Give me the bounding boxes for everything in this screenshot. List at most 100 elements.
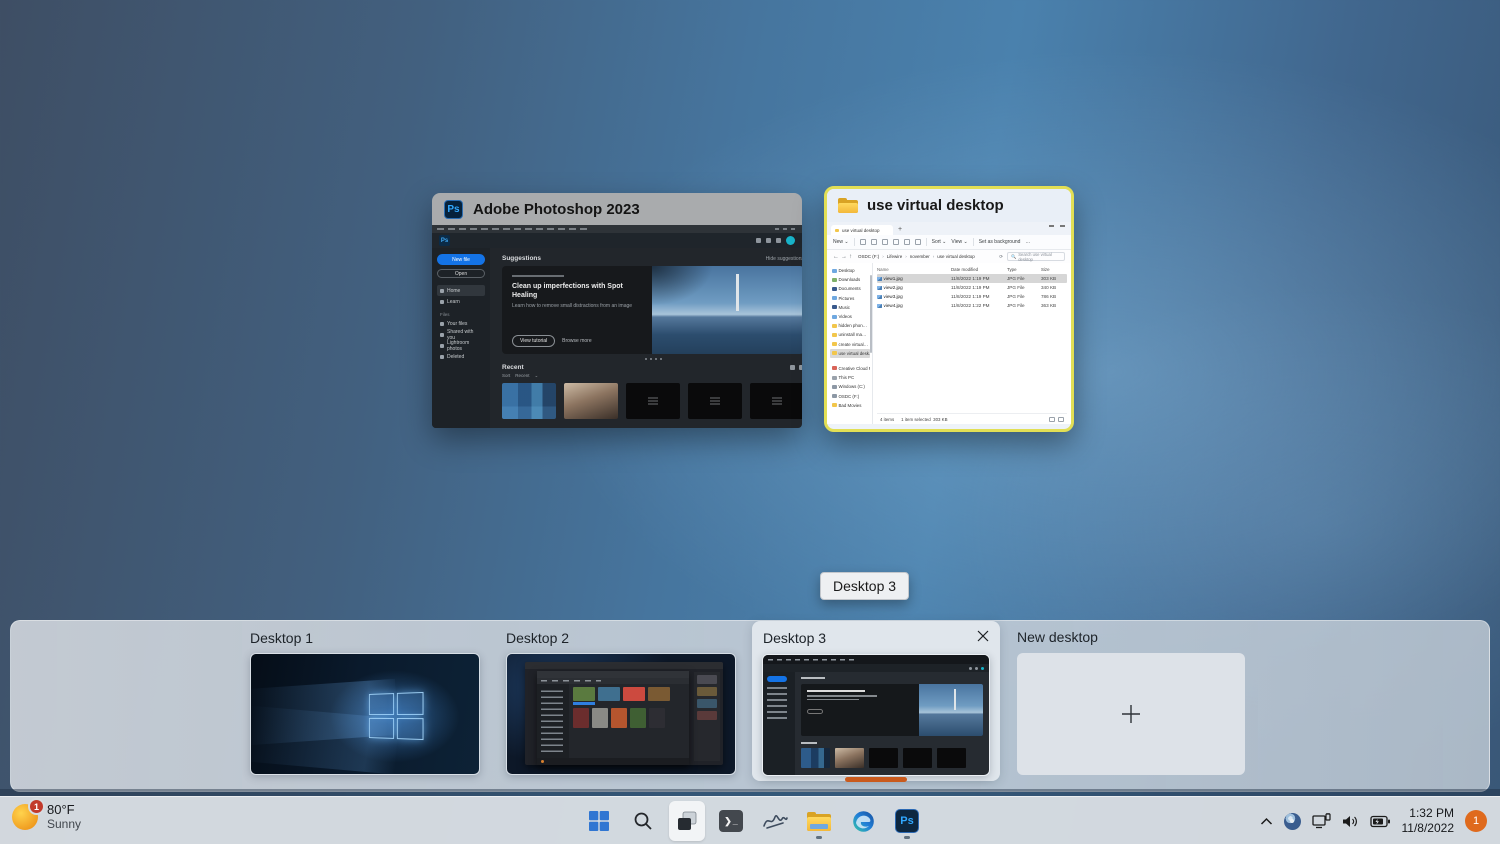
sidebar-item-deleted[interactable]: Deleted bbox=[437, 351, 485, 362]
search-button[interactable] bbox=[625, 801, 661, 841]
window-photoshop[interactable]: Ps Adobe Photoshop 2023 Ps New file Open… bbox=[432, 193, 802, 428]
rename-icon[interactable] bbox=[893, 239, 899, 245]
set-as-background-button[interactable]: Set as background bbox=[979, 239, 1021, 245]
desktop-3-label[interactable]: Desktop 3 bbox=[763, 630, 826, 646]
sidebar-item-documents[interactable]: Documents bbox=[830, 284, 870, 293]
photoshop-taskbar-icon: Ps bbox=[895, 809, 919, 833]
sidebar-item-downloads[interactable]: Downloads bbox=[830, 275, 870, 284]
new-desktop-label[interactable]: New desktop bbox=[1017, 629, 1098, 645]
sidebar-item-learn[interactable]: Learn bbox=[437, 296, 485, 307]
view-tutorial-button[interactable]: View tutorial bbox=[512, 335, 555, 347]
sidebar-item-bad-movies[interactable]: Bad Movies bbox=[830, 401, 870, 410]
cut-icon[interactable] bbox=[860, 239, 866, 245]
column-headers[interactable]: Name Date modified Type Size bbox=[877, 265, 1067, 274]
sidebar-item-your-files[interactable]: Your files bbox=[437, 318, 485, 329]
photoshop-window-header[interactable]: Ps Adobe Photoshop 2023 bbox=[432, 193, 802, 225]
file-row[interactable]: view4.jpg 11/8/2022 1:22 PM JPG File 363… bbox=[877, 301, 1067, 310]
hide-suggestions-link[interactable]: Hide suggestions bbox=[766, 256, 802, 262]
desktop-2-label[interactable]: Desktop 2 bbox=[506, 630, 569, 646]
sidebar-scrollbar[interactable] bbox=[870, 275, 872, 353]
explorer-window-title: use virtual desktop bbox=[867, 197, 1004, 214]
battery-icon[interactable] bbox=[1370, 815, 1391, 828]
file-explorer-button[interactable] bbox=[801, 801, 837, 841]
new-button[interactable]: New ⌄ bbox=[833, 239, 849, 245]
details-view-icon[interactable] bbox=[1049, 417, 1055, 422]
desktop-1-thumbnail[interactable] bbox=[250, 653, 480, 775]
photoshop-window-snapshot[interactable]: Ps New file Open Home Learn Files Your f… bbox=[432, 225, 802, 428]
desktop-2-thumbnail[interactable] bbox=[506, 653, 736, 775]
sidebar-item-creative-cloud[interactable]: Creative Cloud F… bbox=[830, 364, 870, 373]
more-options-button[interactable]: … bbox=[1025, 239, 1030, 245]
sidebar-item-current-folder[interactable]: use virtual desk… bbox=[830, 349, 870, 358]
sidebar-item-music[interactable]: Music bbox=[830, 303, 870, 312]
photoshop-appbar: Ps bbox=[432, 233, 802, 248]
suggestion-card[interactable]: Clean up imperfections with Spot Healing… bbox=[502, 266, 802, 354]
new-file-button[interactable]: New file bbox=[437, 254, 485, 265]
start-button[interactable] bbox=[581, 801, 617, 841]
browse-more-link[interactable]: Browse more bbox=[562, 338, 591, 344]
paste-icon[interactable] bbox=[882, 239, 888, 245]
notification-badge[interactable]: 1 bbox=[1465, 810, 1487, 832]
photoshop-button[interactable]: Ps bbox=[889, 801, 925, 841]
sidebar-item-folder[interactable]: hidden phon… bbox=[830, 321, 870, 330]
recent-file-thumbnail[interactable] bbox=[564, 383, 618, 419]
sidebar-item-lightroom[interactable]: Lightroom photos bbox=[437, 340, 485, 351]
sidebar-item-folder[interactable]: uninstall ma… bbox=[830, 330, 870, 339]
sidebar-item-desktop[interactable]: Desktop bbox=[830, 266, 870, 275]
refresh-icon[interactable]: ⟳ bbox=[999, 254, 1003, 260]
new-tab-button[interactable]: + bbox=[898, 225, 902, 235]
virtual-desktops-panel bbox=[10, 620, 1490, 792]
sort-dropdown[interactable]: Recent bbox=[515, 373, 529, 379]
hidden-icons-chevron-icon[interactable] bbox=[1260, 817, 1273, 826]
sidebar-item-folder[interactable]: create virtual… bbox=[830, 340, 870, 349]
task-view-button[interactable] bbox=[669, 801, 705, 841]
file-row[interactable]: view2.jpg 11/8/2022 1:19 PM JPG File 340… bbox=[877, 283, 1067, 292]
sort-button[interactable]: Sort ⌄ bbox=[932, 239, 947, 245]
network-icon[interactable] bbox=[1312, 813, 1331, 829]
explorer-search-box[interactable]: 🔍Search use virtual desktop bbox=[1007, 252, 1065, 261]
sidebar-item-home[interactable]: Home bbox=[437, 285, 485, 296]
recent-file-thumbnail[interactable] bbox=[750, 383, 802, 419]
explorer-tab[interactable]: use virtual desktop bbox=[831, 225, 893, 235]
sidebar-item-shared[interactable]: Shared with you bbox=[437, 329, 485, 340]
explorer-sidebar: Desktop Downloads Documents Pictures Mus… bbox=[827, 263, 873, 424]
recent-file-thumbnail[interactable] bbox=[688, 383, 742, 419]
desktop-1-label[interactable]: Desktop 1 bbox=[250, 630, 313, 646]
sidebar-item-osdc-f[interactable]: OSDC (F:) bbox=[830, 391, 870, 400]
sidebar-item-pictures[interactable]: Pictures bbox=[830, 294, 870, 303]
list-view-icon[interactable] bbox=[790, 365, 795, 370]
sidebar-item-videos[interactable]: Videos bbox=[830, 312, 870, 321]
clock[interactable]: 1:32 PM 11/8/2022 bbox=[1402, 806, 1455, 836]
sketch-app-button[interactable] bbox=[757, 801, 793, 841]
recent-file-thumbnail[interactable] bbox=[626, 383, 680, 419]
share-icon[interactable] bbox=[904, 239, 910, 245]
sidebar-item-windows-c[interactable]: Windows (C:) bbox=[830, 382, 870, 391]
new-desktop-button[interactable] bbox=[1017, 653, 1245, 775]
recent-file-thumbnail[interactable] bbox=[502, 383, 556, 419]
grid-view-icon[interactable] bbox=[799, 365, 802, 370]
open-button[interactable]: Open bbox=[437, 269, 485, 278]
desktop-3-thumbnail[interactable] bbox=[762, 654, 990, 776]
terminal-button[interactable]: ❯_ bbox=[713, 801, 749, 841]
large-icons-view-icon[interactable] bbox=[1058, 417, 1064, 422]
sidebar-item-this-pc[interactable]: This PC bbox=[830, 373, 870, 382]
apps-grid-icon bbox=[776, 238, 781, 243]
copy-icon[interactable] bbox=[871, 239, 877, 245]
file-row[interactable]: view3.jpg 11/8/2022 1:19 PM JPG File 786… bbox=[877, 292, 1067, 301]
weather-widget[interactable]: 1 80°F Sunny bbox=[12, 802, 81, 832]
window-caption-buttons[interactable] bbox=[1049, 225, 1065, 227]
breadcrumb[interactable]: OSDC (F:)› Lifewire› november› use virtu… bbox=[858, 254, 995, 259]
file-row-selected[interactable]: view1.jpg 11/8/2022 1:19 PM JPG File 303… bbox=[877, 274, 1067, 283]
window-file-explorer-focused[interactable]: use virtual desktop use virtual desktop … bbox=[824, 186, 1074, 432]
carousel-dots[interactable] bbox=[502, 358, 802, 360]
desktop-3-card-hovered[interactable]: Desktop 3 bbox=[752, 621, 1000, 781]
close-desktop-button[interactable] bbox=[974, 627, 992, 645]
view-button[interactable]: View ⌄ bbox=[951, 239, 967, 245]
media-disc-tray-icon[interactable] bbox=[1284, 813, 1301, 830]
delete-icon[interactable] bbox=[915, 239, 921, 245]
edge-button[interactable] bbox=[845, 801, 881, 841]
explorer-window-header[interactable]: use virtual desktop bbox=[827, 189, 1071, 222]
speaker-icon[interactable] bbox=[1342, 814, 1359, 829]
back-forward-up-icons[interactable]: ←→↑ bbox=[833, 254, 854, 260]
chevron-right-icon: › bbox=[882, 254, 884, 259]
